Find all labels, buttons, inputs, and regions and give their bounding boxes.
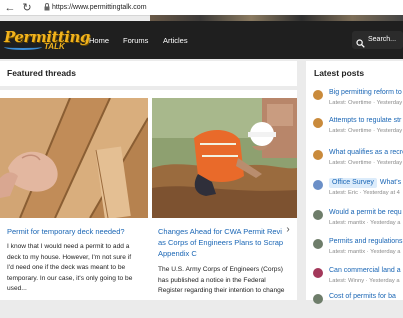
- latest-post-meta: Latest: Overtime · Yesterday: [329, 100, 403, 106]
- avatar[interactable]: [313, 239, 323, 249]
- featured-heading: Featured threads: [7, 68, 76, 78]
- avatar[interactable]: [313, 268, 323, 278]
- thread-excerpt-2-line: The U.S. Army Corps of Engineers (Corps): [158, 266, 283, 273]
- latest-post-title-text[interactable]: Would a permit be requ: [329, 209, 402, 216]
- latest-post-title[interactable]: Cost of permits for ba: [329, 292, 396, 302]
- thread-title-2-line[interactable]: as Corps of Engineers Plans to Scrap: [158, 237, 286, 248]
- latest-post-title-text[interactable]: Cost of permits for ba: [329, 293, 396, 300]
- back-icon[interactable]: ←: [4, 2, 16, 14]
- nav-home[interactable]: Home: [89, 36, 109, 46]
- latest-post-item[interactable]: Cost of permits for ba: [313, 292, 403, 318]
- search-label[interactable]: Search...: [368, 35, 396, 45]
- latest-post-meta: Latest: mantix · Yesterday a: [329, 249, 401, 255]
- thread-excerpt-1: I know that I would need a permit to add…: [7, 242, 149, 295]
- latest-post-meta: Latest: Eric · Yesterday at 4: [329, 190, 400, 196]
- thread-excerpt-2-line: has published a notice in the Federal: [158, 276, 266, 284]
- latest-post-title[interactable]: What qualifies as a recre: [329, 148, 403, 158]
- thread-excerpt-1-line: I know that I would need a permit to add…: [7, 243, 130, 250]
- thread-excerpt-1-line: temporary. In our case, it's only going …: [7, 274, 133, 282]
- latest-post-item[interactable]: Can commercial land a Latest: Winny · Yes…: [313, 266, 403, 292]
- lock-icon: [44, 3, 52, 13]
- latest-post-title[interactable]: Permits and regulations: [329, 237, 403, 247]
- avatar[interactable]: [313, 180, 323, 190]
- avatar[interactable]: [313, 118, 323, 128]
- latest-post-meta: Latest: Winny · Yesterday a: [329, 278, 400, 284]
- latest-post-title-text[interactable]: Permits and regulations: [329, 238, 403, 245]
- logo-subtext: TALK: [44, 42, 65, 51]
- avatar[interactable]: [313, 294, 323, 304]
- latest-post-title-text[interactable]: What qualifies as a recre: [329, 149, 403, 156]
- thread-excerpt-1-line: I'd need one if the deck was meant to be: [7, 264, 126, 272]
- latest-post-item[interactable]: Big permitting reform to Latest: Overtime…: [313, 88, 403, 114]
- address-bar[interactable]: https://www.permittingtalk.com: [52, 2, 252, 14]
- thread-excerpt-2: The U.S. Army Corps of Engineers (Corps)…: [158, 265, 297, 297]
- latest-post-meta: Latest: Overtime · Yesterday: [329, 128, 403, 134]
- nav-articles[interactable]: Articles: [163, 36, 188, 46]
- carousel-next-icon[interactable]: ›: [282, 222, 294, 238]
- latest-post-item[interactable]: Office Survey What's r Latest: Eric · Yest…: [313, 178, 403, 204]
- latest-post-title[interactable]: Can commercial land a: [329, 266, 401, 276]
- avatar[interactable]: [313, 210, 323, 220]
- thread-title-1[interactable]: Permit for temporary deck needed?: [7, 226, 147, 237]
- latest-post-item[interactable]: Attempts to regulate str Latest: Overtime…: [313, 116, 403, 142]
- logo-swoosh: [4, 44, 42, 50]
- latest-post-item[interactable]: Would a permit be requ Latest: mantix · Y…: [313, 208, 403, 234]
- thread-title-2-line[interactable]: Changes Ahead for CWA Permit Revi: [158, 226, 286, 237]
- latest-post-title-text[interactable]: Big permitting reform to: [329, 89, 402, 96]
- reload-icon[interactable]: ↻: [21, 2, 33, 14]
- latest-heading: Latest posts: [314, 68, 365, 78]
- latest-post-title-text[interactable]: What's r: [380, 179, 403, 186]
- thread-excerpt-1-line: deck to my house. However, I'm not sure …: [7, 253, 132, 261]
- site-logo[interactable]: Permitting TALK: [4, 26, 90, 54]
- thread-excerpt-2-line: Register regarding their intention to ch…: [158, 287, 285, 295]
- avatar[interactable]: [313, 150, 323, 160]
- latest-post-title-text[interactable]: Attempts to regulate str: [329, 117, 401, 124]
- nav-forums[interactable]: Forums: [123, 36, 148, 46]
- latest-post-meta: Latest: mantix · Yesterday a: [329, 220, 401, 226]
- latest-post-title-text[interactable]: Can commercial land a: [329, 267, 401, 274]
- latest-post-meta: Latest: Overtime · Yesterday: [329, 160, 403, 166]
- latest-post-title[interactable]: Attempts to regulate str: [329, 116, 401, 126]
- thread-image-worker[interactable]: [152, 98, 297, 218]
- thread-image-deck[interactable]: [0, 98, 148, 218]
- avatar[interactable]: [313, 90, 323, 100]
- latest-post-title[interactable]: Office Survey What's r: [329, 178, 403, 188]
- latest-post-item[interactable]: Permits and regulations Latest: mantix · …: [313, 237, 403, 263]
- prefix-badge: Office Survey: [329, 178, 377, 188]
- thread-title-2-line[interactable]: Appendix C: [158, 248, 286, 259]
- latest-post-title[interactable]: Big permitting reform to: [329, 88, 402, 98]
- latest-post-title[interactable]: Would a permit be requ: [329, 208, 402, 218]
- thread-excerpt-1-line: used...: [7, 285, 27, 293]
- thread-title-2[interactable]: Changes Ahead for CWA Permit Revi as Cor…: [158, 226, 286, 259]
- latest-post-item[interactable]: What qualifies as a recre Latest: Overtim…: [313, 148, 403, 174]
- search-icon[interactable]: [356, 35, 365, 48]
